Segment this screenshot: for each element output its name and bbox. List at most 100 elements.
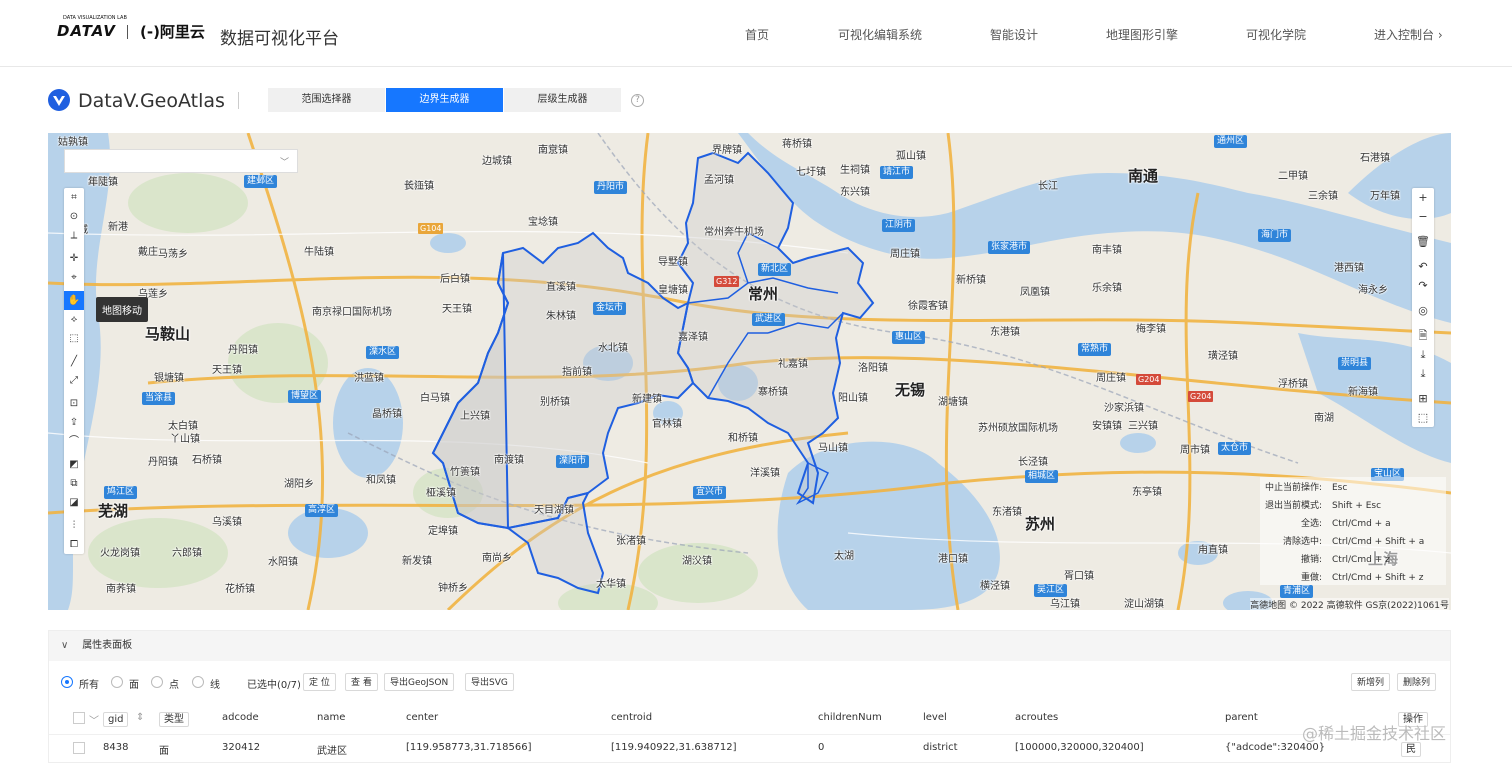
chevron-down-icon[interactable]: ∨ (61, 631, 79, 661)
map-town-label: 石桥镇 (192, 455, 222, 466)
column-header-center[interactable]: center (406, 712, 438, 723)
map-tool-button[interactable]: ⤢ (64, 371, 84, 390)
watermark: @稀土掘金技术社区 (1302, 724, 1447, 743)
tab-range-selector[interactable]: 范围选择器 (268, 88, 385, 112)
map-tool-button[interactable]: ⧉ (64, 474, 84, 493)
map-district-badge: 金坛市 (593, 302, 627, 315)
map-control-button[interactable]: ⤓ (1412, 345, 1434, 364)
map-town-label: 阳山镇 (838, 393, 868, 404)
map-control-button[interactable]: 🗎 (1412, 326, 1434, 345)
column-header-acroutes[interactable]: acroutes (1015, 712, 1058, 723)
map-town-label: 指前镇 (562, 367, 592, 378)
nav-home[interactable]: 首页 (745, 26, 769, 43)
delete-column-button[interactable]: 删除列 (1397, 673, 1437, 691)
nav-visual-editor[interactable]: 可视化编辑系统 (838, 26, 922, 43)
map-tool-button[interactable]: ⌖ (64, 268, 84, 287)
map-tool-button[interactable]: ⬚ (64, 329, 84, 348)
chevron-down-icon[interactable]: ﹀ (89, 712, 99, 727)
map-canvas[interactable]: 马鞍山 常州 无锡 苏州 芜湖 南通 上海 建邺区 丹阳市 金坛市 溧水区 溧阳… (48, 133, 1451, 610)
map-tool-button[interactable]: ◪ (64, 493, 84, 512)
map-control-button[interactable]: ⊞ (1412, 389, 1434, 408)
aliyun-logo[interactable]: (-)阿里云 (140, 21, 205, 42)
map-tool-button[interactable]: ⧠ (64, 535, 84, 554)
column-header-type[interactable]: 类型 (159, 712, 189, 727)
attribute-panel-title: 属性表面板 (82, 640, 133, 651)
column-header-childrennum[interactable]: childrenNum (818, 712, 882, 723)
map-town-label: 晶桥镇 (372, 409, 402, 420)
tab-level-generator[interactable]: 层级生成器 (504, 88, 621, 112)
map-town-label: 南京 (538, 145, 558, 156)
map-road-shield: G104 (418, 223, 444, 234)
export-svg-button[interactable]: 导出SVG (465, 673, 514, 691)
sort-icon[interactable]: ⇕ (136, 712, 144, 723)
map-town-label: 别桥镇 (540, 397, 570, 408)
map-tool-button[interactable]: ⊡ (64, 394, 84, 413)
map-town-label: 湖阳乡 (284, 479, 314, 490)
map-city-label: 芜湖 (98, 502, 129, 520)
map-control-button[interactable]: + (1412, 188, 1434, 207)
nav-geo-engine[interactable]: 地理图形引擎 (1106, 26, 1178, 43)
column-header-gid[interactable]: gid (103, 712, 129, 727)
map-tool-tooltip: 地图移动 (96, 297, 148, 322)
export-geojson-button[interactable]: 导出GeoJSON (384, 673, 455, 691)
map-control-button[interactable]: ⬚ (1412, 408, 1434, 427)
map-town-label: 天王镇 (442, 304, 472, 315)
map-road-shield: G204 (1136, 374, 1162, 385)
radio-polygon[interactable] (111, 676, 123, 688)
map-town-label: 万年镇 (1370, 191, 1400, 202)
map-search-input[interactable]: ﹀ (64, 149, 298, 173)
shortcut-key: 清除选中: (1282, 537, 1322, 547)
column-header-name[interactable]: name (317, 712, 345, 723)
table-row[interactable]: 8438 面 320412 武进区 [119.958773,31.718566]… (49, 734, 1450, 762)
map-control-button[interactable]: ↶ (1412, 257, 1434, 276)
column-header-level[interactable]: level (923, 712, 947, 723)
map-town-label: 和桥镇 (728, 433, 758, 444)
map-town-label: 乌江镇 (1050, 599, 1080, 610)
help-icon[interactable]: ? (631, 94, 644, 107)
datav-logo[interactable]: DATA VISUALIZATION LAB DATAV (57, 15, 127, 40)
map-town-label: 钟桥乡 (438, 583, 468, 594)
map-tool-button[interactable]: ⌒ (64, 432, 84, 451)
add-column-button[interactable]: 新增列 (1351, 673, 1391, 691)
brand-divider (127, 25, 128, 39)
cell-acroutes: [100000,320000,320400] (1015, 742, 1144, 753)
radio-point[interactable] (151, 676, 163, 688)
map-control-button[interactable]: ↷ (1412, 276, 1434, 295)
nav-console[interactable]: 进入控制台 › (1374, 26, 1443, 43)
row-checkbox[interactable] (73, 742, 85, 754)
map-town-label: 长泾镇 (1018, 457, 1048, 468)
attribute-panel-header[interactable]: ∨ 属性表面板 (49, 631, 1450, 661)
map-town-label: 长江镇 (404, 181, 434, 192)
map-tool-button[interactable]: ◩ (64, 455, 84, 474)
map-tool-button[interactable]: ⇪ (64, 413, 84, 432)
tab-boundary-generator[interactable]: 边界生成器 (386, 88, 503, 112)
select-all-checkbox[interactable] (73, 712, 85, 724)
map-tool-button[interactable]: ⟂ (64, 226, 84, 245)
map-town-label: 太华镇 (596, 579, 626, 590)
map-control-button[interactable]: − (1412, 207, 1434, 226)
column-header-parent[interactable]: parent (1225, 712, 1258, 723)
locate-button[interactable]: 定 位 (303, 673, 336, 691)
nav-smart-design[interactable]: 智能设计 (990, 26, 1038, 43)
map-district-badge: 海门市 (1258, 229, 1292, 242)
map-tool-button[interactable]: ⫶ (64, 516, 84, 535)
map-control-button[interactable]: ⤓ (1412, 364, 1434, 383)
map-control-button[interactable]: ◎ (1412, 301, 1434, 320)
map-tool-button[interactable]: ⟡ (64, 310, 84, 329)
radio-all[interactable] (61, 676, 73, 688)
map-city-label: 马鞍山 (145, 325, 191, 343)
map-tool-button[interactable]: ✛ (64, 249, 84, 268)
nav-academy[interactable]: 可视化学院 (1246, 26, 1306, 43)
view-button[interactable]: 查 看 (345, 673, 378, 691)
row-action-button[interactable]: 民 (1401, 742, 1421, 757)
map-tool-button[interactable]: ✋ (64, 291, 84, 310)
map-tool-button[interactable]: ⌗ (64, 188, 84, 207)
column-header-adcode[interactable]: adcode (222, 712, 259, 723)
map-district-badge: 当涂县 (142, 392, 176, 405)
map-control-button[interactable]: 🗑 (1412, 232, 1434, 251)
map-tool-button[interactable]: ╱ (64, 352, 84, 371)
map-town-label: 生祠镇 (840, 165, 870, 176)
map-tool-button[interactable]: ⊙ (64, 207, 84, 226)
radio-line[interactable] (192, 676, 204, 688)
column-header-centroid[interactable]: centroid (611, 712, 652, 723)
